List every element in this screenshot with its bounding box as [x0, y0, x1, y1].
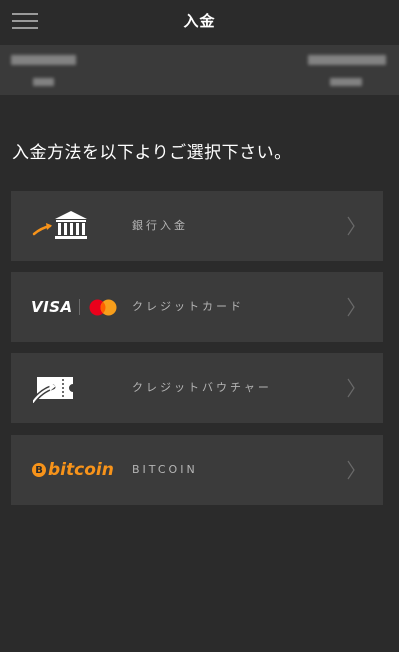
app-header: 入金	[0, 0, 399, 45]
voucher-ticket-icon	[33, 377, 73, 403]
redacted-info	[33, 78, 54, 86]
visa-logo: VISA	[31, 298, 73, 316]
bitcoin-icon: B	[32, 463, 46, 477]
logo-divider	[79, 299, 80, 315]
method-credit-voucher[interactable]: クレジットバウチャー	[11, 353, 383, 423]
chevron-right-icon	[347, 297, 355, 317]
account-info-bar	[0, 45, 399, 95]
method-bank-transfer[interactable]: 銀行入金	[11, 191, 383, 261]
mastercard-icon	[89, 299, 117, 316]
bank-icon	[32, 211, 87, 239]
bitcoin-logo: B bitcoin	[32, 435, 114, 505]
method-credit-card[interactable]: VISA クレジットカード	[11, 272, 383, 342]
method-bitcoin[interactable]: B bitcoin BITCOIN	[11, 435, 383, 505]
instruction-text: 入金方法を以下よりご選択下さい。	[12, 143, 292, 163]
method-label: BITCOIN	[132, 463, 198, 476]
method-label: クレジットカード	[132, 300, 244, 313]
redacted-info	[11, 55, 76, 65]
redacted-info	[330, 78, 362, 86]
page-title: 入金	[183, 12, 216, 30]
chevron-right-icon	[347, 378, 355, 398]
chevron-right-icon	[347, 216, 355, 236]
method-label: 銀行入金	[132, 219, 188, 232]
chevron-right-icon	[347, 460, 355, 480]
redacted-info	[308, 55, 386, 65]
method-label: クレジットバウチャー	[132, 381, 272, 394]
bitcoin-wordmark: bitcoin	[48, 460, 114, 480]
